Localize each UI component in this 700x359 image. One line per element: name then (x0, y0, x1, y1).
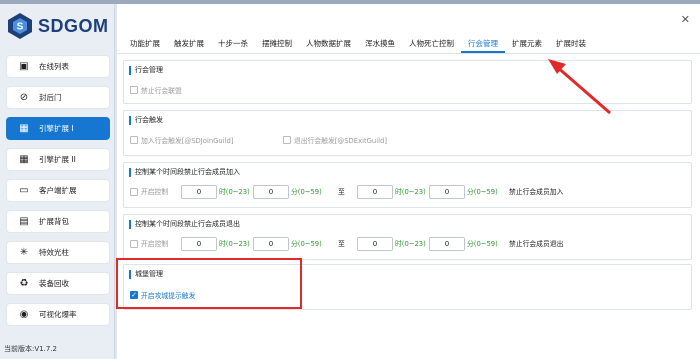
min-unit-label: 分(0~59) (467, 188, 498, 196)
join-guild-trigger-checkbox[interactable]: 加入行会触发[@SDJoinGuild] (130, 135, 233, 145)
join-time-control-section: 控制某个时间段禁止行会成员加入 开启控制 0 时(0~23) 0 分(0~59)… (123, 162, 692, 208)
monitor-icon: ▭ (19, 185, 29, 196)
exit-enable-checkbox[interactable]: 开启控制 (130, 240, 168, 248)
sidebar-item-label: 装备回收 (39, 279, 69, 288)
user-list-icon: ▣ (19, 61, 29, 72)
checkbox-label: 开启控制 (141, 188, 169, 196)
guild-trigger-section: 行会触发 加入行会触发[@SDJoinGuild] 退出行会触发[@SDExit… (123, 110, 692, 156)
tab-stall-control[interactable]: 摆摊控制 (255, 34, 299, 53)
tab-death-control[interactable]: 人物死亡控制 (402, 34, 461, 53)
sidebar-item-label: 封后门 (39, 93, 62, 102)
logo-mark-icon: S (8, 13, 32, 39)
join-time-row: 开启控制 0 时(0~23) 0 分(0~59) 至 0 时(0~23) 0 分… (130, 185, 690, 199)
sidebar-item-ext-backpack[interactable]: ▤ 扩展背包 (6, 210, 110, 233)
tab-ten-step-kill[interactable]: 十步一杀 (211, 34, 255, 53)
sidebar-item-equip-recycle[interactable]: ♻ 装备回收 (6, 272, 110, 295)
svg-text:S: S (17, 22, 24, 33)
min-unit-label: 分(0~59) (291, 240, 322, 248)
sparkle-icon: ✳ (19, 247, 29, 258)
sidebar-item-label: 扩展背包 (39, 217, 69, 226)
to-label: 至 (338, 188, 345, 196)
join-to-hour-input[interactable]: 0 (357, 185, 393, 199)
close-icon[interactable]: ✕ (681, 13, 690, 26)
sidebar-item-block-backdoor[interactable]: ⊘ 封后门 (6, 86, 110, 109)
tab-bar: 功能扩展 触发扩展 十步一杀 摆摊控制 人物数据扩展 浑水摸鱼 人物死亡控制 行… (117, 34, 700, 54)
checkbox-label: 开启控制 (141, 240, 169, 248)
tab-ext-fashion[interactable]: 扩展时装 (549, 34, 593, 53)
sidebar-item-label: 引擎扩展 II (39, 155, 76, 164)
sidebar-item-effect-beam[interactable]: ✳ 特效光柱 (6, 241, 110, 264)
hour-unit-label: 时(0~23) (219, 188, 250, 196)
checkbox-label: 退出行会触发[@SDExitGuild] (294, 137, 387, 145)
join-suffix-label: 禁止行会成员加入 (509, 188, 564, 196)
checkbox-box[interactable] (283, 136, 291, 144)
grid-icon: ▦ (19, 123, 29, 134)
hour-unit-label: 时(0~23) (395, 240, 426, 248)
checkbox-box[interactable] (130, 240, 138, 248)
min-unit-label: 分(0~59) (467, 240, 498, 248)
sidebar-item-online-list[interactable]: ▣ 在线列表 (6, 55, 110, 78)
sidebar-item-client-ext[interactable]: ▭ 客户端扩展 (6, 179, 110, 202)
exit-time-control-section: 控制某个时间段禁止行会成员退出 开启控制 0 时(0~23) 0 分(0~59)… (123, 214, 692, 260)
checkbox-label: 加入行会触发[@SDJoinGuild] (141, 137, 234, 145)
sidebar-item-label: 可视化爆率 (39, 310, 77, 319)
join-enable-checkbox[interactable]: 开启控制 (130, 188, 168, 196)
exit-suffix-label: 禁止行会成员退出 (509, 240, 564, 248)
section-title: 控制某个时间段禁止行会成员退出 (129, 220, 240, 229)
tab-guild-management[interactable]: 行会管理 (461, 34, 505, 53)
forbid-alliance-checkbox[interactable]: 禁止行会联盟 (130, 85, 182, 95)
sidebar-item-visual-droprate[interactable]: ◉ 可视化爆率 (6, 303, 110, 326)
grid-icon: ▦ (19, 154, 29, 165)
exit-to-min-input[interactable]: 0 (429, 237, 465, 251)
exit-guild-trigger-checkbox[interactable]: 退出行会触发[@SDExitGuild] (283, 135, 387, 145)
hour-unit-label: 时(0~23) (395, 188, 426, 196)
join-to-min-input[interactable]: 0 (429, 185, 465, 199)
sidebar: S SDGOM ▣ 在线列表 ⊘ 封后门 ▦ 引擎扩展 I ▦ 引擎扩展 II ▭ 客户端… (0, 4, 115, 359)
join-from-min-input[interactable]: 0 (253, 185, 289, 199)
backpack-icon: ▤ (19, 216, 29, 227)
sidebar-item-label: 引擎扩展 I (39, 124, 74, 133)
tab-ext-elements[interactable]: 扩展元素 (505, 34, 549, 53)
annotation-highlight-box (116, 258, 302, 309)
join-from-hour-input[interactable]: 0 (181, 185, 217, 199)
sidebar-item-engine-ext-1[interactable]: ▦ 引擎扩展 I (6, 117, 110, 140)
min-unit-label: 分(0~59) (291, 188, 322, 196)
hour-unit-label: 时(0~23) (219, 240, 250, 248)
checkbox-box[interactable] (130, 188, 138, 196)
logo-text: SDGOM (38, 15, 109, 36)
sidebar-item-label: 在线列表 (39, 62, 69, 71)
exit-from-hour-input[interactable]: 0 (181, 237, 217, 251)
to-label: 至 (338, 240, 345, 248)
exit-time-row: 开启控制 0 时(0~23) 0 分(0~59) 至 0 时(0~23) 0 分… (130, 237, 690, 251)
eye-icon: ◉ (19, 309, 29, 320)
checkbox-label: 禁止行会联盟 (141, 87, 182, 95)
checkbox-box[interactable] (130, 86, 138, 94)
exit-to-hour-input[interactable]: 0 (357, 237, 393, 251)
section-title: 控制某个时间段禁止行会成员加入 (129, 168, 240, 177)
sidebar-nav: ▣ 在线列表 ⊘ 封后门 ▦ 引擎扩展 I ▦ 引擎扩展 II ▭ 客户端扩展 ▤ 扩展背包… (6, 55, 110, 334)
sidebar-item-label: 客户端扩展 (39, 186, 77, 195)
version-label: 当前版本:V1.7.2 (4, 345, 57, 353)
guild-management-section: 行会管理 禁止行会联盟 (123, 60, 692, 104)
exit-from-min-input[interactable]: 0 (253, 237, 289, 251)
sidebar-item-engine-ext-2[interactable]: ▦ 引擎扩展 II (6, 148, 110, 171)
tab-function-ext[interactable]: 功能扩展 (123, 34, 167, 53)
section-title: 行会管理 (129, 66, 163, 75)
tab-muddy-fishing[interactable]: 浑水摸鱼 (358, 34, 402, 53)
section-title: 行会触发 (129, 116, 163, 125)
sidebar-item-label: 特效光柱 (39, 248, 69, 257)
ban-icon: ⊘ (19, 92, 29, 103)
tab-char-data-ext[interactable]: 人物数据扩展 (299, 34, 358, 53)
recycle-icon: ♻ (19, 278, 29, 289)
tab-trigger-ext[interactable]: 触发扩展 (167, 34, 211, 53)
checkbox-box[interactable] (130, 136, 138, 144)
app-logo: S SDGOM (6, 10, 109, 42)
